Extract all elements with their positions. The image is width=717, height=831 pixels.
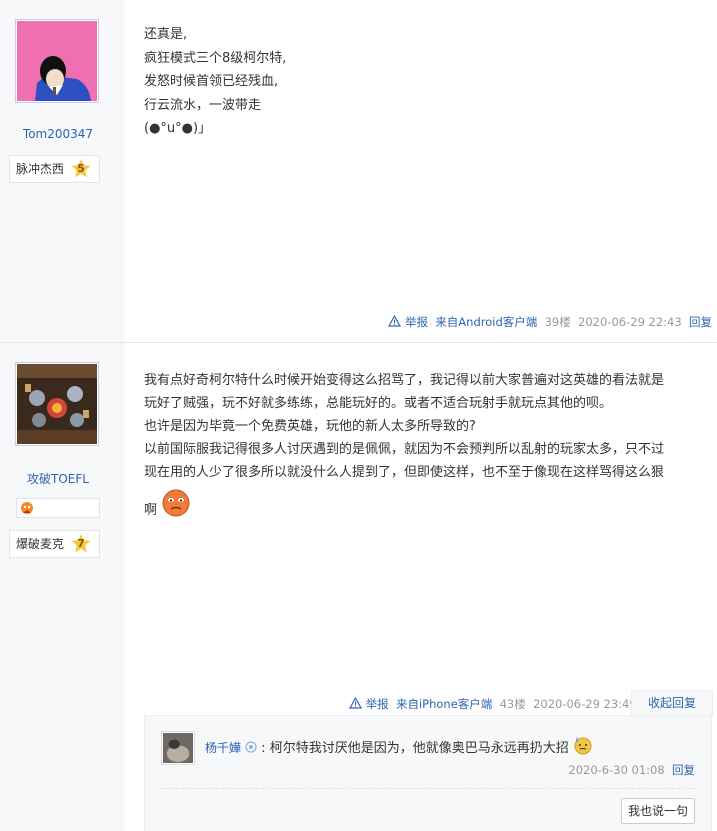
content-line: 现在用的人少了很多所以就没什么人提到了，但即使这样，也不至于像现在这样骂得这么狠 [144, 465, 665, 480]
content-line: (●°u°●)」 [144, 121, 212, 136]
sweat-face-emoji-icon [574, 737, 592, 755]
comment-separator [161, 788, 695, 789]
level-number: 7 [77, 537, 85, 550]
username[interactable]: 攻破TOEFL [0, 470, 116, 487]
comment-line: 杨千嬅 : 柯尔特我讨厌他是因为，他就像奥巴马永远再扔大招 [205, 735, 593, 760]
report-link[interactable]: 举报 [388, 314, 431, 329]
post-tail: 举报 来自iPhone客户端 43楼 2020-06-29 23:49 [348, 696, 637, 712]
avatar[interactable] [15, 19, 99, 103]
content-line: 疯狂模式三个8级柯尔特, [144, 50, 287, 66]
member-icon [245, 741, 257, 753]
floor-number: 39楼 [544, 315, 571, 329]
level-number: 5 [77, 162, 85, 175]
comment-avatar[interactable] [161, 731, 195, 765]
comment-username[interactable]: 杨千嬅 [205, 741, 241, 755]
post-content: 还真是, 疯狂模式三个8级柯尔特, 发怒时候首领已经残血, 行云流水，一波带走 … [144, 23, 709, 141]
report-link[interactable]: 举报 [348, 696, 392, 711]
content-line: 还真是, [144, 27, 188, 42]
fan-badge[interactable] [16, 498, 100, 518]
say-something-button[interactable]: 我也说一句 [621, 798, 695, 824]
post-time: 2020-06-29 22:43 [578, 315, 682, 329]
level-star-icon: 7 [71, 534, 91, 554]
badge-label: 爆破麦克 [16, 537, 65, 551]
post-floor-39: Tom200347 脉冲杰西 5 还真是, 疯狂模式三个8级柯尔特, 发怒时候首… [0, 0, 717, 342]
post-tail: 举报 来自Android客户端 39楼 2020-06-29 22:43 回复 [388, 314, 712, 330]
member-badge[interactable]: 脉冲杰西 5 [9, 155, 100, 183]
warning-icon [388, 314, 402, 327]
content-line: 发怒时候首领已经残血, [144, 74, 279, 89]
content-line: 玩好了贼强，玩不好就多练练，总能玩好的。或者不适合玩射手就玩点其他的呗。 [144, 396, 613, 411]
avatar[interactable] [15, 362, 99, 446]
post-time: 2020-06-29 23:49 [533, 697, 637, 711]
comment-meta: 2020-6-30 01:08 回复 [568, 762, 695, 778]
content-line: 啊 [144, 488, 709, 522]
badge-label: 脉冲杰西 [16, 162, 65, 176]
floor-number: 43楼 [499, 697, 526, 711]
reply-link[interactable]: 回复 [689, 315, 712, 329]
comment-text: : 柯尔特我讨厌他是因为，他就像奥巴马永远再扔大招 [261, 741, 569, 756]
collapse-replies-tab[interactable]: 收起回复 [631, 690, 713, 716]
comment-time: 2020-6-30 01:08 [568, 763, 665, 777]
client-link[interactable]: 来自Android客户端 [435, 315, 537, 329]
post-content: 我有点好奇柯尔特什么时候开始变得这么招骂了，我记得以前大家普遍对这英雄的看法就是… [144, 369, 709, 522]
content-line: 也许是因为毕竟一个免费英雄，玩他的新人太多所导致的? [144, 419, 476, 434]
game-mascot-icon [21, 502, 33, 514]
client-link[interactable]: 来自iPhone客户端 [396, 697, 492, 711]
username[interactable]: Tom200347 [0, 127, 116, 141]
comment-reply-link[interactable]: 回复 [672, 763, 695, 777]
content-line: 以前国际服我记得很多人讨厌遇到的是佩佩，就因为不会预判所以乱射的玩家太多，只不过 [144, 442, 665, 457]
content-line: 行云流水，一波带走 [144, 97, 262, 113]
member-badge[interactable]: 爆破麦克 7 [9, 530, 100, 558]
sub-reply-panel: 杨千嬅 : 柯尔特我讨厌他是因为，他就像奥巴马永远再扔大招 2020-6-30 … [144, 715, 712, 831]
angry-face-emoji-icon [162, 489, 190, 517]
content-line: 我有点好奇柯尔特什么时候开始变得这么招骂了，我记得以前大家普遍对这英雄的看法就是 [144, 373, 665, 388]
warning-icon [348, 696, 363, 709]
content-text: 啊 [144, 503, 158, 518]
level-star-icon: 5 [71, 159, 91, 179]
